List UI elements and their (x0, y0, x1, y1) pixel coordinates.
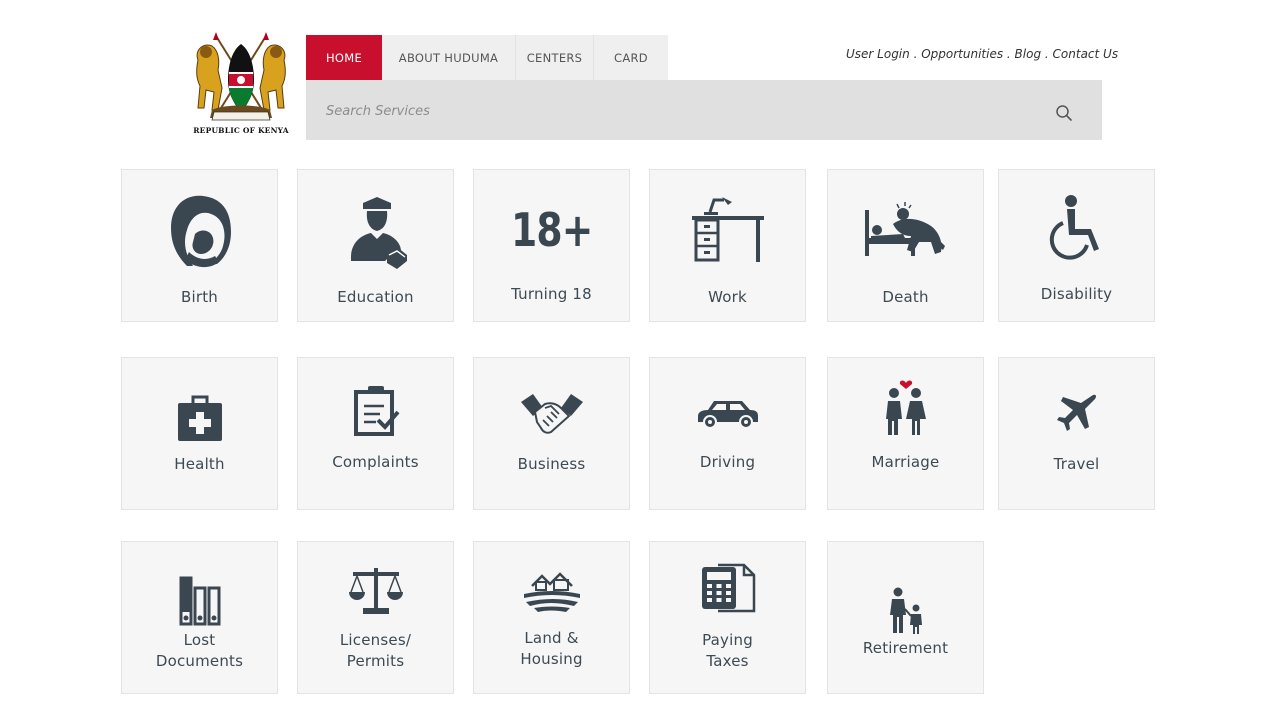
service-label-line1: Lost (183, 631, 216, 649)
service-tile-turning-18[interactable]: 18+ Turning 18 (473, 169, 630, 322)
service-label: Driving (699, 453, 756, 471)
link-separator: . (1041, 47, 1053, 61)
service-tile-paying-taxes[interactable]: Paying Taxes (649, 541, 806, 694)
service-label: Birth (180, 288, 218, 306)
service-tile-licenses-permits[interactable]: Licenses/ Permits (297, 541, 454, 694)
scales-icon (348, 568, 403, 614)
service-label: Death (882, 288, 929, 306)
service-tile-driving[interactable]: Driving (649, 357, 806, 510)
nav-about-huduma[interactable]: ABOUT HUDUMA (382, 35, 516, 80)
emblem-caption: REPUBLIC OF KENYA (193, 126, 289, 135)
service-label: Complaints (332, 453, 419, 471)
blog-link[interactable]: Blog (1015, 47, 1042, 61)
user-login-link[interactable]: User Login (846, 47, 910, 61)
service-tile-death[interactable]: Death (827, 169, 984, 322)
service-label-line2: Housing (520, 650, 583, 668)
coat-of-arms-icon (196, 32, 286, 121)
nav-centers[interactable]: CENTERS (516, 35, 594, 80)
service-label-line2: Permits (346, 652, 405, 670)
service-tile-lost-documents[interactable]: Lost Documents (121, 541, 278, 694)
service-label-line2: Documents (155, 652, 244, 670)
service-tile-work[interactable]: Work (649, 169, 806, 322)
opportunities-link[interactable]: Opportunities (921, 47, 1003, 61)
couple-icon (885, 380, 926, 435)
service-label: Education (337, 288, 414, 306)
bedside-mourning-icon (864, 202, 945, 256)
parent-child-icon (889, 587, 922, 634)
service-label: Business (517, 455, 586, 473)
coat-of-arms-logo[interactable]: REPUBLIC OF KENYA (192, 30, 290, 140)
service-label: Lost Documents (122, 630, 277, 672)
handshake-icon (520, 394, 583, 434)
service-label: Land & Housing (474, 628, 629, 670)
houses-icon (523, 572, 580, 612)
main-nav: HOME ABOUT HUDUMA CENTERS CARD (306, 35, 668, 80)
service-label: Licenses/ Permits (298, 630, 453, 672)
airplane-icon (1056, 394, 1096, 431)
service-label: Marriage (871, 453, 940, 471)
service-tile-complaints[interactable]: Complaints (297, 357, 454, 510)
service-label: Disability (1040, 285, 1113, 303)
binders-icon (179, 576, 220, 626)
service-label-line1: Land & (524, 629, 579, 647)
eighteen-plus-icon: 18+ (510, 203, 593, 257)
service-tile-business[interactable]: Business (473, 357, 630, 510)
service-tile-marriage[interactable]: Marriage (827, 357, 984, 510)
service-label: Travel (1053, 455, 1100, 473)
service-tile-land-housing[interactable]: Land & Housing (473, 541, 630, 694)
service-tile-travel[interactable]: Travel (998, 357, 1155, 510)
search-icon[interactable] (1055, 104, 1073, 122)
service-label-line2: Taxes (706, 652, 749, 670)
service-label: Work (708, 288, 747, 306)
contact-us-link[interactable]: Contact Us (1053, 47, 1119, 61)
nav-home[interactable]: HOME (306, 35, 382, 80)
service-label: Turning 18 (511, 285, 592, 303)
service-label: Retirement (862, 639, 949, 657)
graduate-icon (350, 197, 407, 269)
link-separator: . (1003, 47, 1015, 61)
mother-baby-icon (170, 195, 231, 268)
search-input[interactable] (324, 94, 1028, 128)
search-bar (306, 80, 1102, 140)
service-label-line1: Paying (702, 631, 753, 649)
calculator-icon (701, 563, 755, 613)
desk-icon (691, 197, 764, 262)
service-tile-health[interactable]: Health (121, 357, 278, 510)
service-label-line1: Licenses/ (339, 631, 412, 649)
car-icon (697, 401, 758, 429)
service-label: Paying Taxes (650, 630, 805, 672)
service-tile-retirement[interactable]: Retirement (827, 541, 984, 694)
medical-kit-icon (177, 395, 222, 441)
wheelchair-icon (1049, 195, 1099, 260)
service-tile-disability[interactable]: Disability (998, 169, 1155, 322)
top-links: User Login . Opportunities . Blog . Cont… (846, 47, 1118, 61)
nav-card[interactable]: CARD (594, 35, 668, 80)
clipboard-check-icon (353, 386, 400, 436)
service-tile-birth[interactable]: Birth (121, 169, 278, 322)
link-separator: . (909, 47, 922, 61)
service-tile-education[interactable]: Education (297, 169, 454, 322)
service-label: Health (174, 455, 225, 473)
